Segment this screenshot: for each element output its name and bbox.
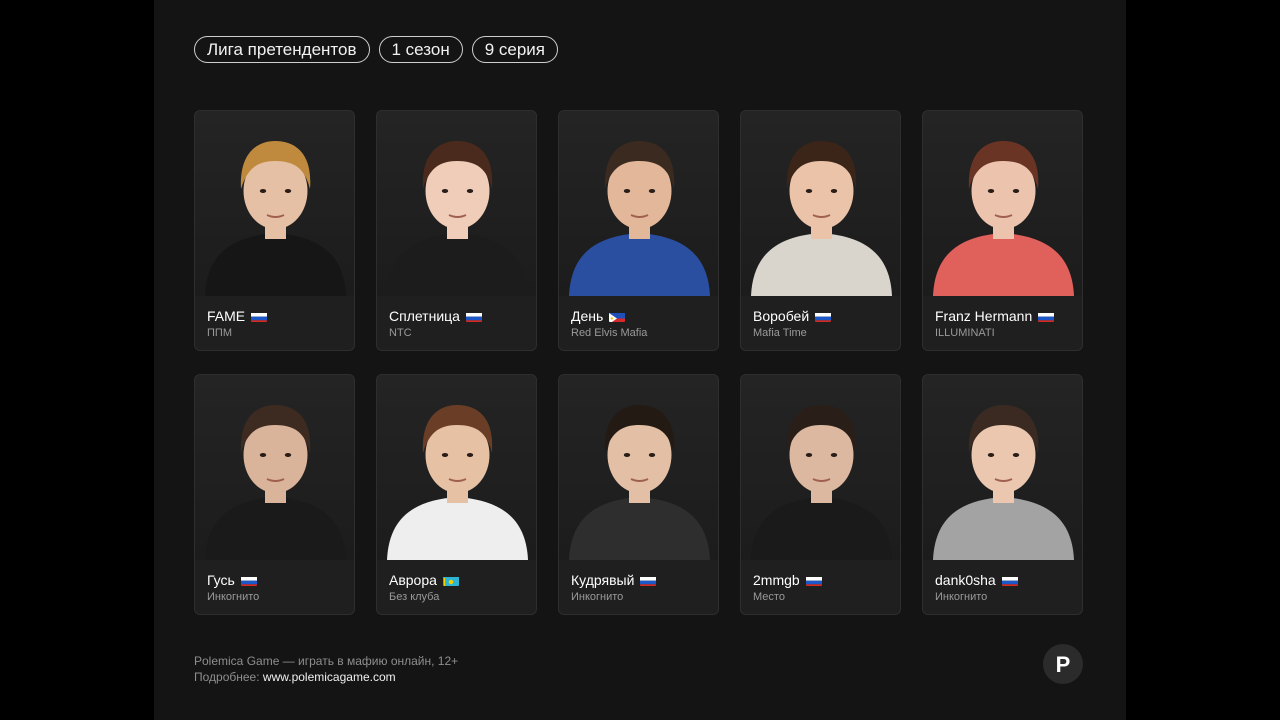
player-club: ППМ: [207, 327, 232, 339]
player-club: Инкогнито: [207, 591, 260, 603]
player-card[interactable]: День Red Elvis Mafia: [558, 110, 719, 351]
tag-list: Лига претендентов 1 сезон 9 серия: [194, 36, 559, 63]
logo-letter-icon: P: [1056, 652, 1071, 676]
player-club: NTC: [389, 327, 412, 339]
player-name-row: FAME: [207, 308, 268, 324]
player-card[interactable]: Кудрявый Инкогнито: [558, 374, 719, 615]
player-name: Гусь: [207, 572, 235, 588]
player-photo: [923, 375, 1082, 560]
player-name: Кудрявый: [571, 572, 635, 588]
player-photo: [377, 111, 536, 296]
tag-season: 1 сезон: [378, 36, 463, 63]
player-card[interactable]: dank0sha Инкогнито: [922, 374, 1083, 615]
stage: Лига претендентов 1 сезон 9 серия FAME ПП…: [154, 0, 1126, 720]
flag-ru-icon: [1038, 311, 1055, 322]
flag-ru-icon: [1001, 575, 1018, 586]
player-photo: [741, 111, 900, 296]
footer: Polemica Game — играть в мафию онлайн, 1…: [194, 653, 458, 685]
player-card[interactable]: Воробей Mafia Time: [740, 110, 901, 351]
player-club: Инкогнито: [571, 591, 624, 603]
player-photo: [377, 375, 536, 560]
player-club: ILLUMINATI: [935, 327, 995, 339]
player-photo: [559, 111, 718, 296]
player-name: Сплетница: [389, 308, 460, 324]
flag-kz-icon: [442, 575, 459, 586]
player-photo: [559, 375, 718, 560]
flag-ru-icon: [805, 575, 822, 586]
footer-more: Подробнее: www.polemicagame.com: [194, 669, 458, 685]
players-grid: FAME ППМ Сплетница NTC День Red Elvis Mafia Во…: [194, 110, 1083, 615]
player-club: Инкогнито: [935, 591, 988, 603]
player-club: Mafia Time: [753, 327, 807, 339]
player-card[interactable]: Franz Hermann ILLUMINATI: [922, 110, 1083, 351]
player-name-row: Сплетница: [389, 308, 482, 324]
polemica-logo-icon: P: [1043, 644, 1083, 684]
player-photo: [741, 375, 900, 560]
player-card[interactable]: FAME ППМ: [194, 110, 355, 351]
player-name-row: Воробей: [753, 308, 832, 324]
player-club: Без клуба: [389, 591, 440, 603]
footer-more-label: Подробнее:: [194, 670, 263, 684]
player-club: Место: [753, 591, 785, 603]
player-card[interactable]: 2mmgb Место: [740, 374, 901, 615]
player-card[interactable]: Гусь Инкогнито: [194, 374, 355, 615]
footer-tagline: Polemica Game — играть в мафию онлайн, 1…: [194, 654, 459, 668]
flag-ph-icon: [609, 311, 626, 322]
player-name-row: Кудрявый: [571, 572, 657, 588]
player-name-row: dank0sha: [935, 572, 1018, 588]
player-name-row: Гусь: [207, 572, 257, 588]
player-club: Red Elvis Mafia: [571, 327, 648, 339]
player-name: FAME: [207, 308, 246, 324]
flag-ru-icon: [815, 311, 832, 322]
flag-ru-icon: [251, 311, 268, 322]
player-card[interactable]: Аврора Без клуба: [376, 374, 537, 615]
player-name: dank0sha: [935, 572, 996, 588]
tag-league: Лига претендентов: [194, 36, 370, 63]
player-name: 2mmgb: [753, 572, 800, 588]
player-photo: [195, 375, 354, 560]
flag-ru-icon: [240, 575, 257, 586]
player-photo: [923, 111, 1082, 296]
tag-series: 9 серия: [471, 36, 559, 63]
flag-ru-icon: [465, 311, 482, 322]
player-name: Franz Hermann: [935, 308, 1033, 324]
flag-ru-icon: [640, 575, 657, 586]
player-photo: [195, 111, 354, 296]
footer-website-link[interactable]: www.polemicagame.com: [263, 670, 396, 684]
player-name-row: 2mmgb: [753, 572, 822, 588]
player-name: День: [571, 308, 604, 324]
player-name: Воробей: [753, 308, 810, 324]
svg-text:P: P: [1056, 652, 1071, 676]
player-name: Аврора: [389, 572, 437, 588]
player-name-row: Аврора: [389, 572, 459, 588]
player-name-row: День: [571, 308, 626, 324]
player-name-row: Franz Hermann: [935, 308, 1055, 324]
player-card[interactable]: Сплетница NTC: [376, 110, 537, 351]
